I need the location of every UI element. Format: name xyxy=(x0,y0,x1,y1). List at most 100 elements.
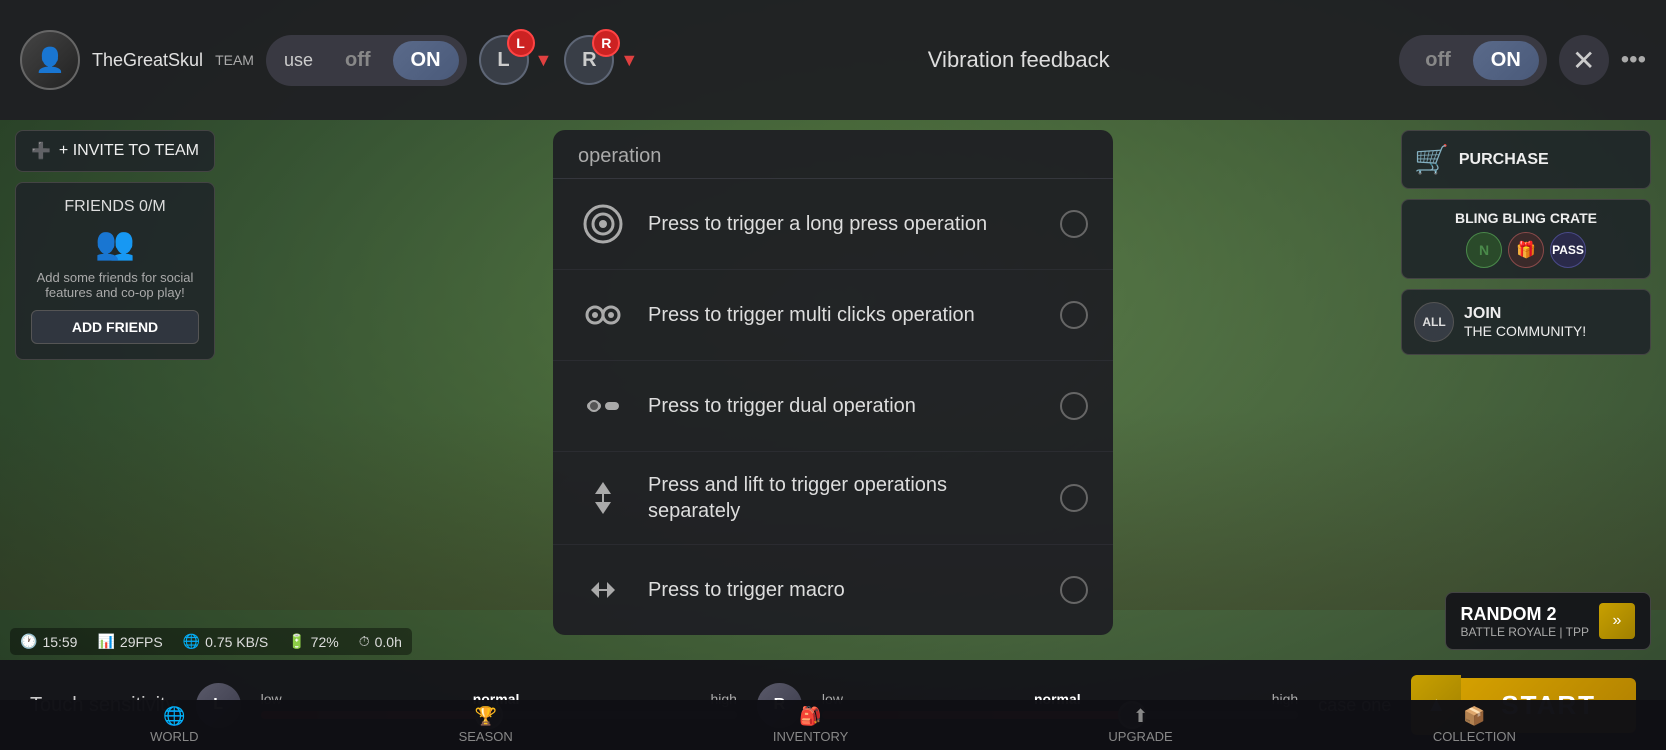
option-macro-text: Press to trigger macro xyxy=(648,577,1040,603)
left-toggle-group: use off ON xyxy=(266,35,467,86)
r-circle-badge[interactable]: R R xyxy=(564,35,614,85)
random-info: RANDOM 2 BATTLE ROYALE | TPP xyxy=(1461,604,1590,639)
option-macro[interactable]: Press to trigger macro xyxy=(553,545,1113,635)
l-red-badge: L xyxy=(507,29,535,57)
time-value: 15:59 xyxy=(42,634,77,650)
bling-crate-label: BLING BLING CRATE xyxy=(1416,210,1636,226)
community-panel[interactable]: ALL JOIN THE COMMUNITY! xyxy=(1401,289,1651,355)
nav-world-label: WORLD xyxy=(150,729,198,744)
more-button[interactable]: ••• xyxy=(1621,46,1646,74)
option-press-lift-radio[interactable] xyxy=(1060,484,1088,512)
friends-icon: 👥 xyxy=(95,225,135,261)
multi-clicks-icon xyxy=(578,290,628,340)
bling-icons: N 🎁 PASS xyxy=(1416,232,1636,268)
timer-icon: ⏱ xyxy=(359,633,370,650)
collection-icon: 📦 xyxy=(1463,706,1485,727)
option-long-press-text: Press to trigger a long press operation xyxy=(648,211,1040,237)
left-sidebar: ➕ + INVITE TO TEAM FRIENDS 0/M 👥 Add som… xyxy=(15,130,215,360)
time2-value: 0.0h xyxy=(375,634,402,650)
stat-network: 🌐 0.75 KB/S xyxy=(183,633,268,650)
random-arrow-button[interactable]: » xyxy=(1599,603,1635,639)
avatar: 👤 xyxy=(20,30,80,90)
fps-icon: 📊 xyxy=(97,633,114,650)
friends-panel: FRIENDS 0/M 👥 Add some friends for socia… xyxy=(15,182,215,360)
battery-icon: 🔋 xyxy=(288,633,305,650)
season-icon: 🏆 xyxy=(474,706,496,727)
dropdown-panel: operation Press to trigger a long press … xyxy=(553,130,1113,635)
r-dropdown-arrow[interactable]: ▼ xyxy=(620,50,638,71)
world-icon: 🌐 xyxy=(163,706,185,727)
r-button-group: R R ▼ xyxy=(564,35,638,85)
panel-header: operation xyxy=(553,130,1113,179)
right-panels: 🛒 PURCHASE BLING BLING CRATE N 🎁 PASS AL… xyxy=(1401,130,1651,355)
close-button[interactable]: ✕ xyxy=(1559,35,1609,85)
option-dual-text: Press to trigger dual operation xyxy=(648,393,1040,419)
use-label-left: use xyxy=(274,50,323,71)
purchase-panel[interactable]: 🛒 PURCHASE xyxy=(1401,130,1651,189)
r-red-badge: R xyxy=(592,29,620,57)
option-multi-clicks-radio[interactable] xyxy=(1060,301,1088,329)
inventory-icon: 🎒 xyxy=(799,706,821,727)
all-badge: ALL xyxy=(1414,302,1454,342)
network-value: 0.75 KB/S xyxy=(205,634,268,650)
username: TheGreatSkul xyxy=(92,50,203,71)
vibration-label: Vibration feedback xyxy=(650,47,1387,73)
right-toggle-group: off ON xyxy=(1399,35,1547,86)
on-toggle-right[interactable]: ON xyxy=(1473,41,1539,80)
nav-upgrade[interactable]: ⬆ UPGRADE xyxy=(1108,706,1172,744)
upgrade-icon: ⬆ xyxy=(1133,706,1148,727)
stat-fps: 📊 29FPS xyxy=(97,633,162,650)
top-bar: 👤 TheGreatSkul TEAM use off ON L L ▼ R R… xyxy=(0,0,1666,120)
nav-inventory-label: INVENTORY xyxy=(773,729,848,744)
purchase-label: PURCHASE xyxy=(1459,151,1549,169)
option-macro-radio[interactable] xyxy=(1060,576,1088,604)
option-multi-clicks[interactable]: Press to trigger multi clicks operation xyxy=(553,270,1113,361)
invite-icon: ➕ xyxy=(31,141,51,161)
option-press-lift[interactable]: Press and lift to trigger operations sep… xyxy=(553,452,1113,545)
press-lift-icon xyxy=(578,473,628,523)
nav-collection-label: COLLECTION xyxy=(1433,729,1516,744)
team-label: TEAM xyxy=(215,52,254,68)
off-toggle-left[interactable]: off xyxy=(327,41,389,80)
stat-time2: ⏱ 0.0h xyxy=(359,633,402,650)
option-press-lift-text: Press and lift to trigger operations sep… xyxy=(648,472,1040,524)
l-dropdown-arrow[interactable]: ▼ xyxy=(535,50,553,71)
dual-icon xyxy=(578,381,628,431)
friends-title: FRIENDS 0/M xyxy=(31,198,199,216)
random-subtitle: BATTLE ROYALE | TPP xyxy=(1461,625,1590,639)
long-press-icon xyxy=(578,199,628,249)
stat-battery: 🔋 72% xyxy=(288,633,338,650)
random-title: RANDOM 2 xyxy=(1461,604,1590,625)
nav-world[interactable]: 🌐 WORLD xyxy=(150,706,198,744)
l-circle-badge[interactable]: L L xyxy=(479,35,529,85)
network-icon: 🌐 xyxy=(183,633,200,650)
l-badge-letter: L xyxy=(497,49,509,72)
option-long-press-radio[interactable] xyxy=(1060,210,1088,238)
l-button-group: L L ▼ xyxy=(479,35,553,85)
battery-value: 72% xyxy=(311,634,339,650)
community-text: JOIN THE COMMUNITY! xyxy=(1464,305,1586,339)
clock-icon: 🕐 xyxy=(20,633,37,650)
bling-crate-panel[interactable]: BLING BLING CRATE N 🎁 PASS xyxy=(1401,199,1651,279)
stats-bar: 🕐 15:59 📊 29FPS 🌐 0.75 KB/S 🔋 72% ⏱ 0.0h xyxy=(10,628,412,655)
random-panel: RANDOM 2 BATTLE ROYALE | TPP » xyxy=(1445,592,1652,650)
nav-upgrade-label: UPGRADE xyxy=(1108,729,1172,744)
friends-desc: Add some friends for social features and… xyxy=(31,270,199,300)
stat-time: 🕐 15:59 xyxy=(20,633,77,650)
option-multi-clicks-text: Press to trigger multi clicks operation xyxy=(648,302,1040,328)
nav-collection[interactable]: 📦 COLLECTION xyxy=(1433,706,1516,744)
nav-inventory[interactable]: 🎒 INVENTORY xyxy=(773,706,848,744)
macro-icon xyxy=(578,565,628,615)
invite-to-team-button[interactable]: ➕ + INVITE TO TEAM xyxy=(15,130,215,172)
on-toggle-left[interactable]: ON xyxy=(393,41,459,80)
fps-value: 29FPS xyxy=(120,634,163,650)
add-friend-button[interactable]: ADD FRIEND xyxy=(31,310,199,344)
option-long-press[interactable]: Press to trigger a long press operation xyxy=(553,179,1113,270)
nav-season-label: SEASON xyxy=(459,729,513,744)
off-toggle-right[interactable]: off xyxy=(1407,41,1469,80)
option-dual[interactable]: Press to trigger dual operation xyxy=(553,361,1113,452)
nav-season[interactable]: 🏆 SEASON xyxy=(459,706,513,744)
bottom-nav: 🌐 WORLD 🏆 SEASON 🎒 INVENTORY ⬆ UPGRADE 📦… xyxy=(0,700,1666,750)
purchase-icon: 🛒 xyxy=(1414,143,1449,176)
option-dual-radio[interactable] xyxy=(1060,392,1088,420)
